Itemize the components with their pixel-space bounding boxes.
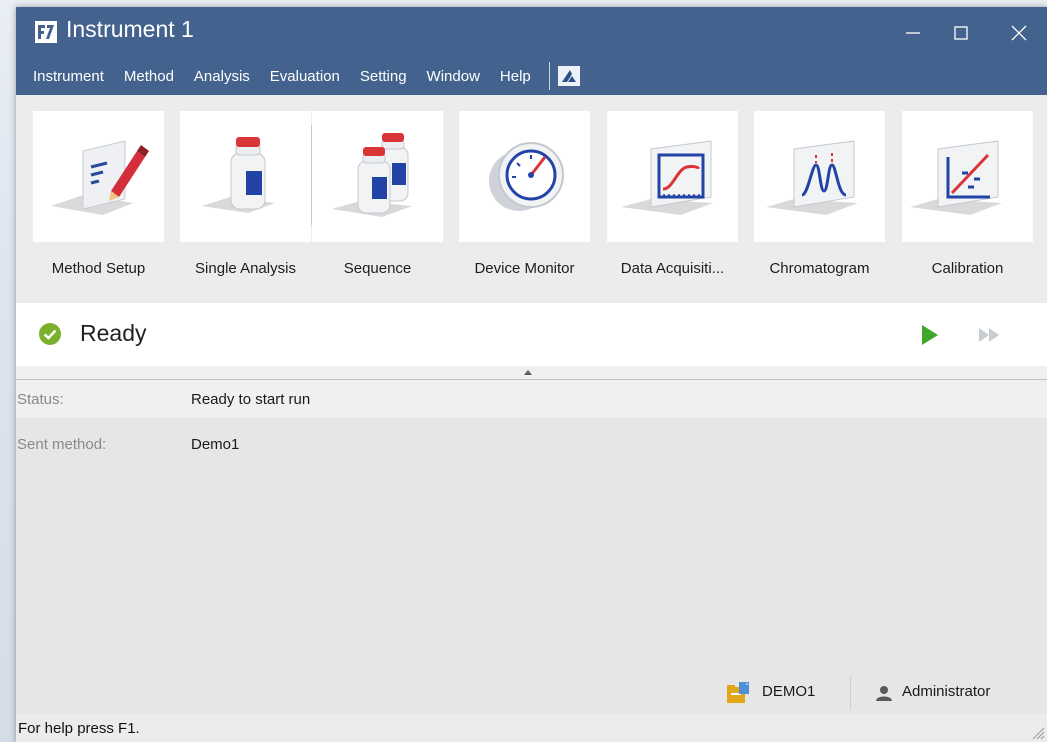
title-bar: Instrument 1 Instrument Method Analysis … <box>16 7 1047 95</box>
single-analysis-icon <box>202 137 275 213</box>
menu-evaluation[interactable]: Evaluation <box>262 68 352 85</box>
status-bar: For help press F1. <box>16 714 1047 742</box>
method-setup-tile <box>33 111 164 242</box>
project-user-bar: DEMO1 Administrator <box>16 672 1047 714</box>
panel-splitter[interactable] <box>16 366 1047 380</box>
current-user[interactable]: Administrator <box>902 683 990 700</box>
close-button[interactable] <box>996 13 1042 53</box>
menu-method[interactable]: Method <box>116 68 186 85</box>
menu-help[interactable]: Help <box>492 68 543 85</box>
single-analysis-tile <box>180 111 311 242</box>
user-icon <box>876 686 892 701</box>
sequence-label: Sequence <box>343 260 412 277</box>
status-row-label: Status: <box>17 390 64 408</box>
ready-check-icon <box>39 323 61 345</box>
toolbar: Method Setup Single Analysis Sequence De… <box>16 95 1047 303</box>
calibration-icon <box>910 140 1002 215</box>
menu-window[interactable]: Window <box>419 68 492 85</box>
sequence-tile <box>312 111 443 242</box>
project-name[interactable]: DEMO1 <box>762 683 815 700</box>
start-batch-button[interactable] <box>976 322 1002 348</box>
menu-setting[interactable]: Setting <box>352 68 419 85</box>
status-row-value: Ready to start run <box>191 390 311 408</box>
menu-instrument[interactable]: Instrument <box>25 68 116 85</box>
single-analysis-button[interactable]: Single Analysis <box>180 111 311 283</box>
brand-logo-icon <box>561 70 576 82</box>
method-setup-icon <box>51 140 149 215</box>
chromatogram-label: Chromatogram <box>769 260 870 277</box>
data-acquisition-button[interactable]: Data Acquisiti... <box>607 111 738 283</box>
menu-separator <box>548 62 550 90</box>
single-analysis-label: Single Analysis <box>195 260 296 277</box>
start-run-button[interactable] <box>916 322 942 348</box>
instrument-state-bar: Ready <box>16 303 1047 366</box>
menu-bar: Instrument Method Analysis Evaluation Se… <box>25 62 580 90</box>
menu-analysis[interactable]: Analysis <box>186 68 262 85</box>
maximize-icon <box>954 26 968 40</box>
calibration-tile <box>902 111 1033 242</box>
sequence-icon <box>332 133 412 217</box>
device-monitor-icon <box>489 142 564 211</box>
project-folder-icon[interactable] <box>727 682 751 704</box>
device-monitor-label: Device Monitor <box>474 260 575 277</box>
calibration-button[interactable]: Calibration <box>902 111 1033 283</box>
resize-grip-icon[interactable] <box>1031 726 1045 740</box>
chromatogram-icon <box>766 140 858 215</box>
calibration-label: Calibration <box>931 260 1004 277</box>
device-monitor-button[interactable]: Device Monitor <box>459 111 590 283</box>
sent-method-value: Demo1 <box>191 435 240 453</box>
close-icon <box>1011 25 1027 41</box>
collapse-up-icon[interactable] <box>523 369 533 375</box>
window-title: Instrument 1 <box>66 16 194 42</box>
sent-method-label: Sent method: <box>17 435 107 453</box>
minimize-button[interactable] <box>890 13 936 53</box>
instrument-state-text: Ready <box>80 320 147 346</box>
method-setup-button[interactable]: Method Setup <box>33 111 164 283</box>
brand-button[interactable] <box>557 66 580 86</box>
minimize-icon <box>906 32 920 34</box>
sequence-button[interactable]: Sequence <box>312 111 443 283</box>
status-row: Status: Ready to start run <box>16 380 1047 418</box>
status-details-panel: Status: Ready to start run Sent method: … <box>16 380 1047 685</box>
bottom-separator <box>850 676 851 710</box>
instrument-window: Instrument 1 Instrument Method Analysis … <box>16 7 1047 742</box>
maximize-button[interactable] <box>938 13 984 53</box>
chromatogram-button[interactable]: Chromatogram <box>754 111 885 283</box>
data-acquisition-icon <box>621 140 713 215</box>
data-acquisition-tile <box>607 111 738 242</box>
help-hint: For help press F1. <box>18 720 140 737</box>
chromatogram-tile <box>754 111 885 242</box>
data-acquisition-label: Data Acquisiti... <box>620 260 725 277</box>
app-logo-icon <box>35 21 57 43</box>
method-setup-label: Method Setup <box>51 260 146 277</box>
device-monitor-tile <box>459 111 590 242</box>
sent-method-row: Sent method: Demo1 <box>16 425 1047 463</box>
